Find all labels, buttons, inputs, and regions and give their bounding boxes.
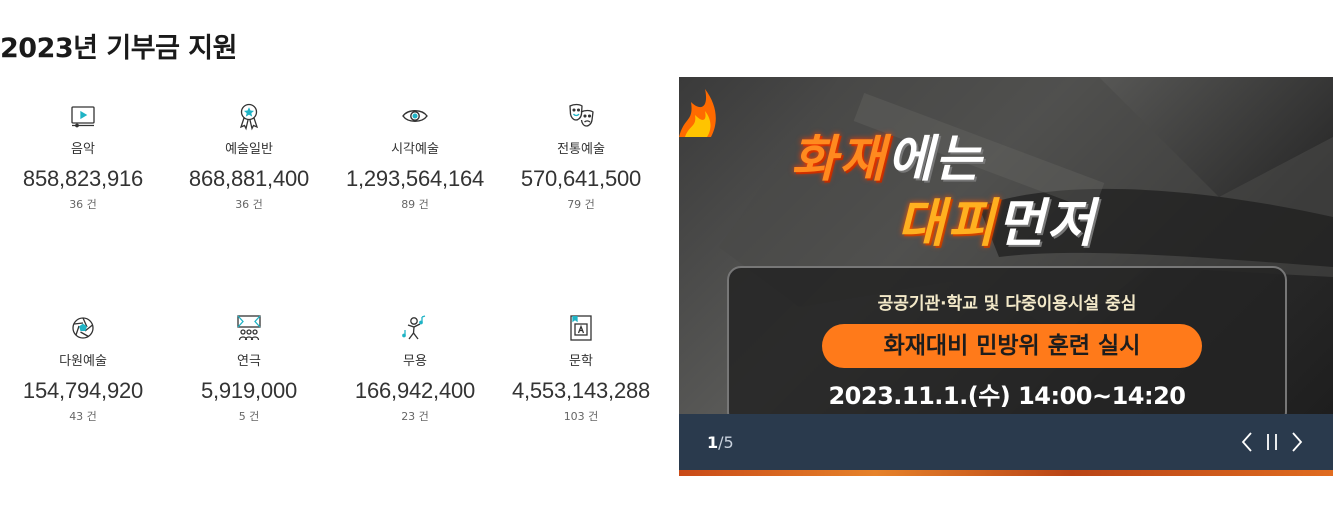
pause-icon[interactable] — [1261, 428, 1283, 456]
stat-item-literature[interactable]: 문학 4,553,143,288 103 건 — [498, 310, 664, 460]
stat-count: 89 건 — [401, 198, 429, 211]
video-icon — [68, 98, 98, 134]
banner-pill: 화재대비 민방위 훈련 실시 — [822, 324, 1202, 368]
stat-count: 23 건 — [401, 410, 429, 423]
stat-item-general-arts[interactable]: 예술일반 868,881,400 36 건 — [166, 98, 332, 310]
stat-label: 연극 — [237, 354, 261, 369]
book-letter-icon — [566, 310, 596, 346]
banner-subtitle: 공공기관·학교 및 다중이용시설 중심 — [877, 294, 1137, 314]
headline-fire-word: 화재 — [791, 130, 887, 188]
banner-slide[interactable]: 화재에는 대피먼저 공공기관·학교 및 다중이용시설 중심 화재대비 민방위 훈… — [679, 77, 1333, 426]
dancer-music-icon — [400, 310, 430, 346]
headline-white-word: 에는 — [887, 130, 983, 188]
theater-masks-icon — [566, 98, 596, 134]
promo-banner-slider[interactable]: 화재에는 대피먼저 공공기관·학교 및 다중이용시설 중심 화재대비 민방위 훈… — [679, 77, 1333, 476]
stat-amount: 4,553,143,288 — [511, 378, 651, 403]
stat-amount: 858,823,916 — [22, 166, 144, 191]
stat-label: 시각예술 — [391, 142, 439, 157]
banner-headline-line2: 대피먼저 — [897, 181, 1096, 256]
stat-item-theater[interactable]: 연극 5,919,000 5 건 — [166, 310, 332, 460]
stat-count: 36 건 — [235, 198, 263, 211]
stat-item-dance[interactable]: 무용 166,942,400 23 건 — [332, 310, 498, 460]
award-ribbon-icon — [234, 98, 264, 134]
stat-count: 103 건 — [563, 410, 599, 423]
stat-item-visual-arts[interactable]: 시각예술 1,293,564,164 89 건 — [332, 98, 498, 310]
stat-label: 음악 — [71, 142, 95, 157]
chevron-left-icon[interactable] — [1237, 428, 1259, 456]
eye-icon — [400, 98, 430, 134]
flame-decoration — [679, 89, 716, 137]
pager-total: /5 — [718, 433, 734, 452]
donation-stats-grid: 음악 858,823,916 36 건 예술일반 868,881,400 36 … — [0, 98, 664, 460]
banner-info-panel: 공공기관·학교 및 다중이용시설 중심 화재대비 민방위 훈련 실시 2023.… — [727, 266, 1287, 426]
stat-amount: 1,293,564,164 — [345, 166, 485, 191]
stat-count: 5 건 — [238, 410, 260, 423]
stat-count: 43 건 — [69, 410, 97, 423]
stat-amount: 5,919,000 — [200, 378, 298, 403]
stat-count: 36 건 — [69, 198, 97, 211]
stat-label: 전통예술 — [557, 142, 605, 157]
aperture-icon — [68, 310, 98, 346]
chevron-right-icon[interactable] — [1285, 428, 1307, 456]
slider-control-bar: 1/5 — [679, 414, 1333, 470]
stat-amount: 166,942,400 — [354, 378, 476, 403]
banner-date: 2023.11.1.(수) 14:00~14:20 — [828, 382, 1186, 410]
stat-amount: 570,641,500 — [520, 166, 642, 191]
stat-label: 문학 — [569, 354, 593, 369]
slide-pager: 1/5 — [707, 433, 734, 452]
stat-label: 다원예술 — [59, 354, 107, 369]
stat-item-multidisciplinary-arts[interactable]: 다원예술 154,794,920 43 건 — [0, 310, 166, 460]
stat-item-music[interactable]: 음악 858,823,916 36 건 — [0, 98, 166, 310]
stat-count: 79 건 — [567, 198, 595, 211]
section-title: 2023년 기부금 지원 — [0, 33, 238, 64]
stat-item-traditional-arts[interactable]: 전통예술 570,641,500 79 건 — [498, 98, 664, 310]
headline-first-word: 먼저 — [996, 194, 1097, 254]
stat-label: 무용 — [403, 354, 427, 369]
stat-label: 예술일반 — [225, 142, 273, 157]
headline-evacuate-word: 대피 — [897, 194, 997, 254]
next-slide-peek — [679, 470, 1333, 476]
pager-current: 1 — [707, 433, 719, 452]
stage-audience-icon — [234, 310, 264, 346]
stat-amount: 154,794,920 — [22, 378, 144, 403]
stat-amount: 868,881,400 — [188, 166, 310, 191]
